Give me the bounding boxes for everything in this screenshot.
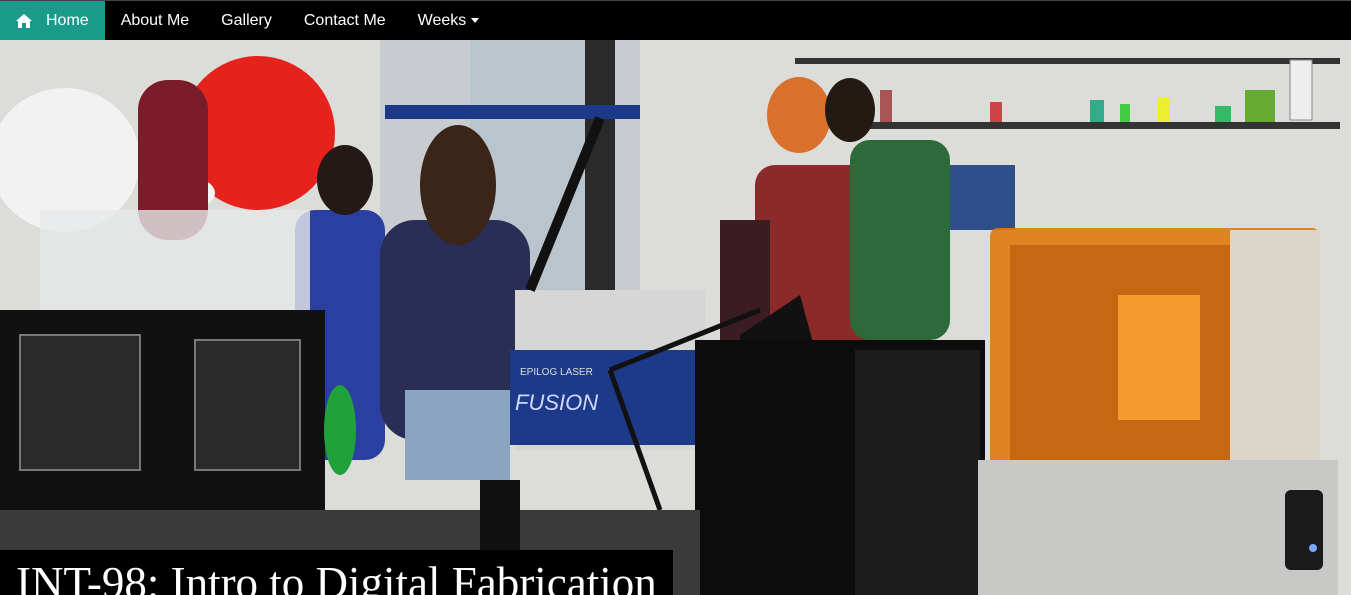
nav-item-contact-me[interactable]: Contact Me [288,1,402,40]
top-navbar: Home About Me Gallery Contact Me Weeks [0,0,1351,40]
hero-photo: EPILOG LASER FUSION [0,40,1351,595]
nav-item-gallery[interactable]: Gallery [205,1,288,40]
nav-menu: Home About Me Gallery Contact Me Weeks [0,1,1351,40]
hero-banner: EPILOG LASER FUSION INT-98: Intro to Dig… [0,40,1351,595]
home-icon [16,13,32,28]
laser-model-label: FUSION [515,390,598,415]
nav-item-home[interactable]: Home [0,1,105,40]
page-title: INT-98: Intro to Digital Fabrication [0,550,673,595]
laser-brand-label: EPILOG LASER [520,367,593,378]
caret-down-icon [471,18,480,23]
nav-item-label: Contact Me [303,11,386,29]
nav-item-label: About Me [120,11,190,29]
nav-item-label: Weeks [417,11,467,29]
nav-item-label: Gallery [221,11,272,29]
nav-item-weeks[interactable]: Weeks [402,1,496,40]
nav-item-label: Home [46,11,89,29]
nav-item-about-me[interactable]: About Me [105,1,205,40]
